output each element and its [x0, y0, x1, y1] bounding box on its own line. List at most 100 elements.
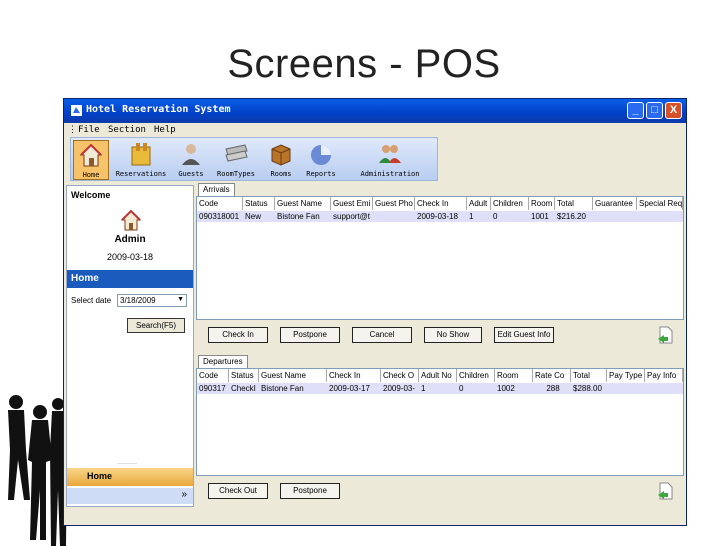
- nav-home-label: Home: [87, 471, 113, 481]
- chevron-down-icon: ▼: [177, 296, 184, 303]
- departures-col-header[interactable]: Children: [457, 369, 495, 382]
- maximize-button[interactable]: □: [646, 102, 663, 119]
- table-cell: 1001: [531, 212, 549, 221]
- table-cell: Bistone Fan: [261, 384, 304, 393]
- menu-grip: ⋮: [68, 125, 77, 135]
- no-show-button[interactable]: No Show: [424, 327, 482, 343]
- table-cell: [637, 211, 683, 222]
- arrivals-col-header[interactable]: Guest Pho: [373, 197, 415, 210]
- main-toolbar: Home Reservations Guests RoomTypes Rooms…: [70, 137, 438, 181]
- arrivals-col-header[interactable]: Children: [491, 197, 529, 210]
- table-cell: [645, 383, 683, 394]
- table-cell: $288.00: [573, 384, 602, 393]
- postpone-arrival-button[interactable]: Postpone: [280, 327, 340, 343]
- table-cell: 288: [546, 384, 560, 393]
- arrivals-col-header[interactable]: Check In: [415, 197, 467, 210]
- arrivals-grid: Code Status Guest Name Guest Emi Guest P…: [196, 196, 684, 320]
- arrivals-col-header[interactable]: Code: [197, 197, 243, 210]
- menu-file[interactable]: File: [78, 125, 100, 135]
- departures-col-header[interactable]: Check O: [381, 369, 419, 382]
- tab-arrivals[interactable]: Arrivals: [198, 183, 235, 196]
- arrivals-col-header[interactable]: Guest Name: [275, 197, 331, 210]
- departures-grid: Code Status Guest Name Check In Check O …: [196, 368, 684, 476]
- departures-col-header[interactable]: Adult No: [419, 369, 457, 382]
- table-cell: [593, 211, 637, 222]
- left-pane: Welcome Admin 2009-03-18 Home Select dat…: [66, 185, 194, 507]
- table-cell: 1: [421, 384, 426, 393]
- menu-bar: ⋮ File Section Help: [64, 123, 686, 137]
- toolbar-guests-label: Guests: [178, 170, 204, 178]
- table-cell: Bistone Fan: [277, 212, 320, 221]
- departures-action-bar: Check Out Postpone: [196, 479, 684, 505]
- arrivals-action-bar: Check In Postpone Cancel No Show Edit Gu…: [196, 323, 684, 349]
- menu-help[interactable]: Help: [154, 125, 176, 135]
- check-out-button[interactable]: Check Out: [208, 483, 268, 499]
- toolbar-administration-button[interactable]: Administration: [355, 140, 425, 180]
- departures-col-header[interactable]: Guest Name: [259, 369, 327, 382]
- roomtypes-icon: [225, 144, 248, 162]
- reservations-icon: [131, 143, 151, 166]
- toolbar-administration-label: Administration: [360, 170, 420, 178]
- date-select[interactable]: 3/18/2009 ▼: [117, 294, 187, 307]
- arrivals-col-header[interactable]: Guest Emi: [331, 197, 373, 210]
- arrivals-col-header[interactable]: Adult: [467, 197, 491, 210]
- table-cell: [373, 211, 415, 222]
- toolbar-rooms-label: Rooms: [270, 170, 292, 178]
- user-name: Admin: [114, 234, 146, 245]
- departures-col-header[interactable]: Pay Type: [607, 369, 645, 382]
- home-section-title: Home: [71, 273, 99, 284]
- departures-col-header[interactable]: Status: [229, 369, 259, 382]
- nav-more-button[interactable]: »: [67, 488, 193, 504]
- toolbar-guests-button[interactable]: Guests: [173, 140, 209, 180]
- minimize-button[interactable]: _: [627, 102, 644, 119]
- toolbar-roomtypes-label: RoomTypes: [217, 170, 255, 178]
- edit-guest-info-button[interactable]: Edit Guest Info: [494, 327, 554, 343]
- nav-home-button[interactable]: Home: [67, 468, 193, 486]
- menu-section[interactable]: Section: [108, 125, 146, 135]
- arrivals-col-header[interactable]: Status: [243, 197, 275, 210]
- table-cell: 2009-03-: [383, 384, 416, 393]
- departures-col-header[interactable]: Room: [495, 369, 533, 382]
- arrivals-col-header[interactable]: Room: [529, 197, 555, 210]
- table-cell: $216.20: [557, 212, 586, 221]
- people-silhouettes-decoration: [8, 395, 67, 546]
- table-cell: 2009-03-18: [417, 212, 458, 221]
- arrivals-col-header[interactable]: Total: [555, 197, 593, 210]
- splitter-grip[interactable]: ··········: [117, 461, 137, 467]
- table-cell: 090318001: [199, 212, 240, 221]
- table-cell: 0: [459, 384, 464, 393]
- refresh-arrivals-icon[interactable]: [656, 325, 676, 345]
- title-bar: Hotel Reservation System _ □ X: [64, 99, 686, 123]
- departures-col-header[interactable]: Pay Info: [645, 369, 683, 382]
- table-cell: support@t: [333, 212, 371, 221]
- table-cell: 1002: [497, 384, 515, 393]
- table-row[interactable]: 090317 CheckI Bistone Fan 2009-03-17 200…: [197, 383, 683, 394]
- table-cell: 0: [493, 212, 498, 221]
- departures-col-header[interactable]: Rate Co: [533, 369, 571, 382]
- welcome-label: Welcome: [71, 190, 111, 200]
- search-button[interactable]: Search(F5): [127, 318, 185, 333]
- cancel-button[interactable]: Cancel: [352, 327, 412, 343]
- toolbar-reports-button[interactable]: Reports: [301, 140, 341, 180]
- slide-title: Screens - POS: [227, 42, 501, 86]
- tab-departures[interactable]: Departures: [198, 355, 248, 368]
- refresh-departures-icon[interactable]: [656, 481, 676, 501]
- table-row[interactable]: 090318001 New Bistone Fan support@t 2009…: [197, 211, 683, 222]
- table-cell: [607, 383, 645, 394]
- app-window: Hotel Reservation System _ □ X ⋮ File Se…: [63, 98, 687, 526]
- toolbar-rooms-button[interactable]: Rooms: [263, 140, 299, 180]
- postpone-departure-button[interactable]: Postpone: [280, 483, 340, 499]
- toolbar-reservations-button[interactable]: Reservations: [113, 140, 169, 180]
- app-icon: [71, 105, 82, 116]
- main-content: Arrivals Code Status Guest Name Guest Em…: [196, 183, 684, 507]
- arrivals-col-header[interactable]: Guarantee: [593, 197, 637, 210]
- arrivals-col-header[interactable]: Special Req: [637, 197, 683, 210]
- departures-col-header[interactable]: Code: [197, 369, 229, 382]
- toolbar-reservations-label: Reservations: [115, 170, 167, 178]
- check-in-button[interactable]: Check In: [208, 327, 268, 343]
- departures-col-header[interactable]: Check In: [327, 369, 381, 382]
- departures-col-header[interactable]: Total: [571, 369, 607, 382]
- toolbar-roomtypes-button[interactable]: RoomTypes: [213, 140, 259, 180]
- close-button[interactable]: X: [665, 102, 682, 119]
- toolbar-home-button[interactable]: Home: [73, 140, 109, 180]
